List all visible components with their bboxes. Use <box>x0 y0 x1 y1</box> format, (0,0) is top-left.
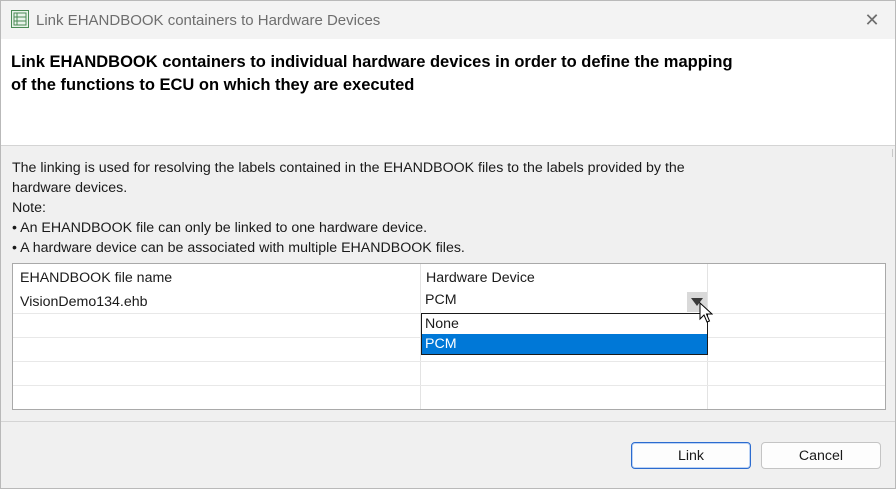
resize-indicator <box>889 149 893 157</box>
hardware-device-combobox[interactable]: PCM <box>425 292 457 308</box>
column-header-hardware-device[interactable]: Hardware Device <box>426 270 535 286</box>
header-title: Link EHANDBOOK containers to individual … <box>11 51 771 97</box>
dropdown-option-none[interactable]: None <box>422 314 707 334</box>
description-line: The linking is used for resolving the la… <box>12 160 685 176</box>
row-divider <box>13 361 885 362</box>
mouse-cursor-icon <box>699 301 714 324</box>
note-bullet: • A hardware device can be associated wi… <box>12 240 465 256</box>
window-title: Link EHANDBOOK containers to Hardware De… <box>36 12 381 29</box>
header-title-line-1: Link EHANDBOOK containers to individual … <box>11 53 733 71</box>
header-title-line-2: of the functions to ECU on which they ar… <box>11 76 415 94</box>
hardware-device-dropdown-list: None PCM <box>421 313 708 355</box>
description-line: hardware devices. <box>12 180 128 196</box>
column-header-file-name[interactable]: EHANDBOOK file name <box>20 270 172 286</box>
dialog-header: Link EHANDBOOK containers to individual … <box>1 39 895 146</box>
app-icon <box>11 10 29 28</box>
description: The linking is used for resolving the la… <box>12 158 772 258</box>
title-bar: Link EHANDBOOK containers to Hardware De… <box>1 1 895 39</box>
close-icon[interactable]: ✕ <box>864 10 879 31</box>
dropdown-option-pcm[interactable]: PCM <box>422 334 707 354</box>
note-label: Note: <box>12 200 46 216</box>
footer-separator <box>1 421 895 422</box>
row-divider <box>13 385 885 386</box>
close-button[interactable]: ✕ <box>849 1 895 39</box>
note-bullet: • An EHANDBOOK file can only be linked t… <box>12 220 428 236</box>
dialog-window: Link EHANDBOOK containers to Hardware De… <box>0 0 896 489</box>
link-button[interactable]: Link <box>631 442 751 469</box>
cancel-button[interactable]: Cancel <box>761 442 881 469</box>
file-name-cell[interactable]: VisionDemo134.ehb <box>20 294 148 310</box>
mapping-table: EHANDBOOK file name Hardware Device Visi… <box>12 263 886 410</box>
